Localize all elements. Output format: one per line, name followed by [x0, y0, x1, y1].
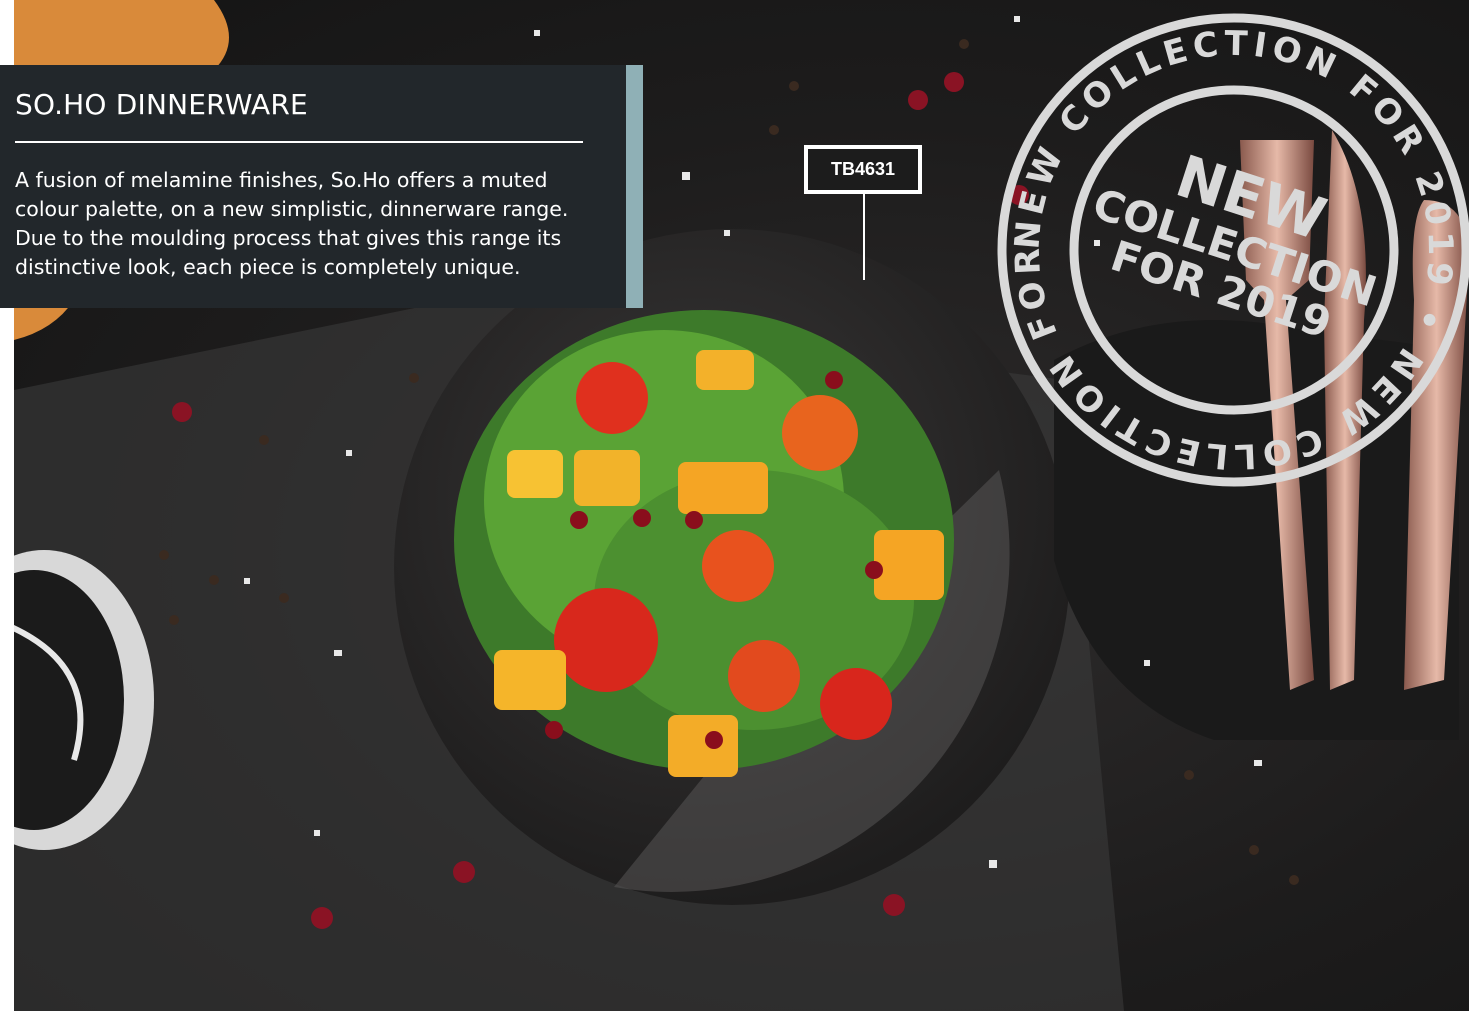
info-panel-accent [626, 65, 643, 308]
product-code-label: TB4631 [804, 145, 922, 194]
product-description: A fusion of melamine finishes, So.Ho off… [15, 168, 569, 279]
product-code-leader-line [863, 194, 865, 280]
product-code-text: TB4631 [808, 149, 918, 190]
bread-crust [14, 0, 229, 70]
salad [454, 310, 954, 777]
product-title: SO.HO DINNERWARE [15, 88, 308, 121]
new-collection-stamp: NEW COLLECTION FOR 2019 • NEW COLLECTION… [990, 0, 1469, 487]
title-divider [15, 141, 583, 143]
